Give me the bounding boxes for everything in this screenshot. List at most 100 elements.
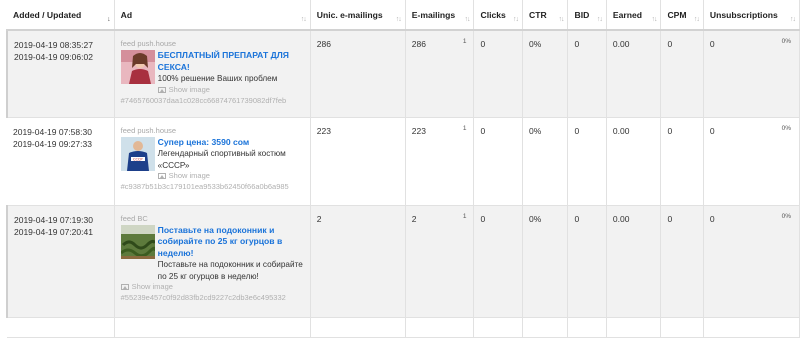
column-label: Unic. e-mailings — [316, 9, 383, 20]
added-date: 2019-04-19 07:58:30 — [13, 126, 92, 137]
image-icon — [157, 173, 166, 179]
column-earned[interactable]: Earned ↑↓ — [606, 0, 662, 31]
emailings-cell: 286 1 — [405, 30, 475, 118]
table-cell — [405, 317, 475, 338]
table-header-row: Added / Updated ↓ Ad ↑↓ Unic. e-mailings ↑↓… — [7, 0, 800, 31]
sort-icon[interactable]: ↑↓ — [396, 16, 402, 23]
unsubscriptions-percent: 0% — [781, 212, 791, 220]
sort-icon[interactable]: ↑↓ — [513, 16, 519, 23]
show-image-label: Show image — [131, 282, 173, 291]
ad-hash: #7465760037daa1c028cc66874761739082df7fe… — [120, 95, 287, 105]
ad-hash: #55239e457c0f92d83fb2cd9227c2db3e6c49533… — [120, 293, 286, 302]
show-image-link[interactable]: Show image — [157, 171, 210, 181]
sort-icon[interactable]: ↑↓ — [464, 16, 470, 23]
unic-emailings-cell: 223 — [310, 117, 406, 206]
column-cpm[interactable]: CPM ↑↓ — [660, 0, 704, 31]
table-cell — [7, 317, 115, 338]
unsubscriptions-cell: 0 0% — [703, 205, 800, 318]
updated-date: 2019-04-19 07:20:41 — [14, 226, 93, 237]
ad-description: 100% решение Ваших проблем — [157, 74, 278, 83]
column-clicks[interactable]: Clicks ↑↓ — [473, 0, 523, 31]
emailings-superscript: 1 — [462, 124, 467, 132]
image-icon — [120, 284, 129, 290]
ad-title-link[interactable]: БЕСПЛАТНЫЙ ПРЕПАРАТ ДЛЯ СЕКСА! — [158, 50, 304, 73]
ad-thumbnail[interactable] — [120, 50, 155, 84]
ctr-cell: 0% — [522, 117, 569, 206]
column-label: Clicks — [480, 9, 506, 20]
ad-thumbnail[interactable]: СССР — [120, 136, 155, 171]
show-image-label: Show image — [168, 171, 210, 180]
sort-icon[interactable]: ↑↓ — [694, 16, 700, 23]
earned-cell: 0.00 — [606, 117, 662, 206]
table-row: 2019-04-19 07:58:30 2019-04-19 09:27:33 … — [7, 117, 800, 206]
show-image-label: Show image — [168, 84, 210, 94]
bid-cell: 0 — [567, 30, 607, 118]
emailings-cell: 223 1 — [405, 117, 475, 206]
image-icon — [157, 86, 166, 93]
svg-text:СССР: СССР — [133, 157, 142, 161]
table-cell — [522, 317, 569, 338]
updated-date: 2019-04-19 09:27:33 — [13, 138, 92, 149]
sort-icon[interactable]: ↑↓ — [790, 16, 796, 23]
column-label: Unsubscriptions — [709, 9, 778, 20]
ctr-cell: 0% — [522, 205, 569, 318]
ad-body: БЕСПЛАТНЫЙ ПРЕПАРАТ ДЛЯ СЕКСА! 100% реше… — [120, 50, 304, 85]
column-label: E-mailings — [411, 9, 456, 20]
table-cell — [660, 317, 704, 338]
sort-icon[interactable]: ↑↓ — [651, 16, 657, 23]
column-ad[interactable]: Ad ↑↓ — [114, 0, 311, 31]
clicks-cell: 0 — [473, 205, 523, 318]
unsubscriptions-percent: 0% — [781, 38, 791, 45]
ad-body: Поставьте на подоконник и собирайте по 2… — [120, 224, 304, 283]
emailings-value: 2 — [411, 213, 417, 224]
show-image-link[interactable]: Show image — [157, 84, 210, 95]
table-cell — [310, 317, 406, 338]
clicks-cell: 0 — [473, 117, 523, 206]
show-image-link[interactable]: Show image — [120, 282, 173, 292]
unsubscriptions-value: 0 — [709, 39, 715, 49]
column-ctr[interactable]: CTR ↑↓ — [522, 0, 569, 31]
sort-icon[interactable]: ↑↓ — [301, 16, 307, 23]
unic-emailings-cell: 286 — [310, 30, 406, 118]
table-cell — [567, 317, 607, 338]
sort-icon[interactable]: ↑↓ — [597, 16, 603, 23]
unsubscriptions-value: 0 — [709, 125, 715, 136]
emailings-cell: 2 1 — [405, 205, 475, 318]
unic-emailings-cell: 2 — [310, 205, 406, 318]
cpm-cell: 0 — [660, 117, 704, 206]
table-cell — [703, 317, 800, 338]
ad-title-link[interactable]: Поставьте на подоконник и собирайте по 2… — [158, 225, 304, 260]
ad-text: Поставьте на подоконник и собирайте по 2… — [158, 225, 304, 283]
ad-source: feed BC — [120, 213, 148, 223]
ad-title-link[interactable]: Супер цена: 3590 сом — [158, 137, 304, 149]
added-date: 2019-04-19 07:19:30 — [14, 214, 93, 225]
table-row — [7, 317, 800, 338]
column-unsubscriptions[interactable]: Unsubscriptions ↑↓ — [703, 0, 800, 31]
column-unic-emailings[interactable]: Unic. e-mailings ↑↓ — [310, 0, 406, 31]
table-row: 2019-04-19 07:19:30 2019-04-19 07:20:41 … — [5, 205, 800, 318]
clicks-cell: 0 — [473, 30, 523, 118]
sort-down-icon[interactable]: ↓ — [107, 16, 110, 23]
table-row: 2019-04-19 08:35:27 2019-04-19 09:06:02 … — [5, 30, 800, 118]
emailings-superscript: 1 — [462, 212, 467, 220]
unsubscriptions-cell: 0 0% — [703, 30, 800, 118]
emailings-value: 223 — [411, 125, 426, 136]
column-label: CTR — [529, 9, 547, 20]
ad-cell: feed push.house БЕСПЛАТНЫЙ ПРЕПАРАТ ДЛЯ … — [114, 30, 311, 118]
column-label: BID — [574, 9, 590, 20]
ad-thumbnail[interactable] — [120, 224, 155, 259]
unsubscriptions-cell: 0 0% — [703, 117, 800, 206]
column-added-updated[interactable]: Added / Updated ↓ — [7, 0, 115, 31]
ad-text: Супер цена: 3590 сом Легендарный спортив… — [158, 137, 304, 172]
bid-cell: 0 — [567, 205, 607, 318]
table-cell — [606, 317, 662, 338]
ad-cell: feed BC Поставьте на подоконник и собира… — [114, 205, 311, 318]
bid-cell: 0 — [567, 117, 607, 206]
unsubscriptions-value: 0 — [709, 213, 715, 224]
dates-cell: 2019-04-19 07:58:30 2019-04-19 09:27:33 — [7, 117, 115, 206]
column-label: CPM — [667, 9, 687, 20]
sort-icon[interactable]: ↑↓ — [558, 16, 564, 23]
column-label: Ad — [120, 9, 133, 20]
column-bid[interactable]: BID ↑↓ — [567, 0, 607, 31]
column-emailings[interactable]: E-mailings ↑↓ — [405, 0, 475, 31]
